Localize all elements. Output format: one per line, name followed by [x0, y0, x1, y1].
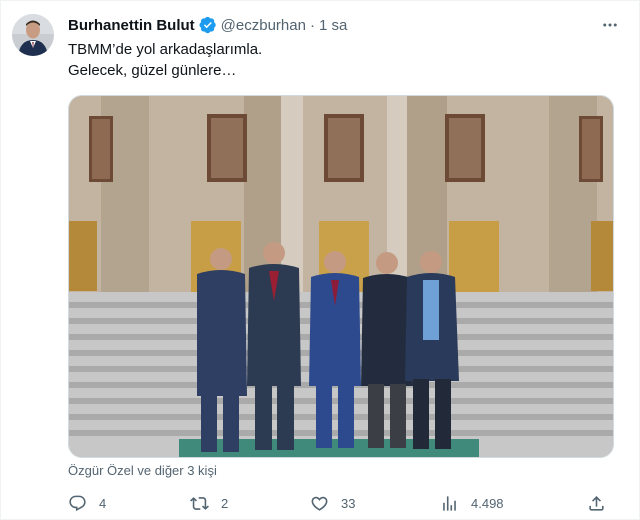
more-icon[interactable]	[597, 13, 623, 37]
views-icon	[443, 495, 456, 511]
separator-dot: ·	[309, 16, 315, 34]
like-count: 33	[341, 495, 356, 511]
like-button[interactable]: 33	[310, 491, 355, 515]
tagged-people[interactable]: Özgür Özel ve diğer 3 kişi	[68, 463, 217, 478]
retweet-button[interactable]: 2	[190, 491, 228, 515]
action-bar: 4 2 33 4.498	[68, 491, 614, 515]
reply-icon	[69, 495, 86, 511]
reply-button[interactable]: 4	[68, 491, 106, 515]
like-icon	[311, 496, 328, 511]
retweet-icon	[190, 496, 209, 510]
tweet-header: Burhanettin Bulut @eczburhan · 1 sa	[68, 14, 619, 36]
tagged-people-label[interactable]: Özgür Özel ve diğer 3 kişi	[68, 463, 217, 478]
retweet-count: 2	[221, 495, 229, 511]
tweet-text-line-2: Gelecek, güzel günlere…	[68, 62, 237, 79]
views-button[interactable]: 4.498	[440, 491, 504, 515]
tweet-photo[interactable]	[68, 95, 614, 458]
reply-count: 4	[99, 495, 107, 511]
share-icon	[589, 495, 604, 511]
avatar[interactable]	[12, 14, 54, 56]
timestamp[interactable]: 1 sa	[319, 17, 347, 34]
tweet-text-line-1: TBMM’de yol arkadaşlarımla.	[68, 41, 263, 58]
verified-badge-icon	[199, 16, 217, 34]
tweet-text: TBMM’de yol arkadaşlarımla. Gelecek, güz…	[68, 39, 608, 81]
handle[interactable]: @eczburhan	[221, 17, 306, 34]
share-button[interactable]	[587, 491, 606, 515]
tweet-card[interactable]: Burhanettin Bulut @eczburhan · 1 sa TBMM…	[0, 0, 640, 520]
display-name[interactable]: Burhanettin Bulut	[68, 17, 195, 34]
views-count: 4.498	[471, 495, 504, 511]
